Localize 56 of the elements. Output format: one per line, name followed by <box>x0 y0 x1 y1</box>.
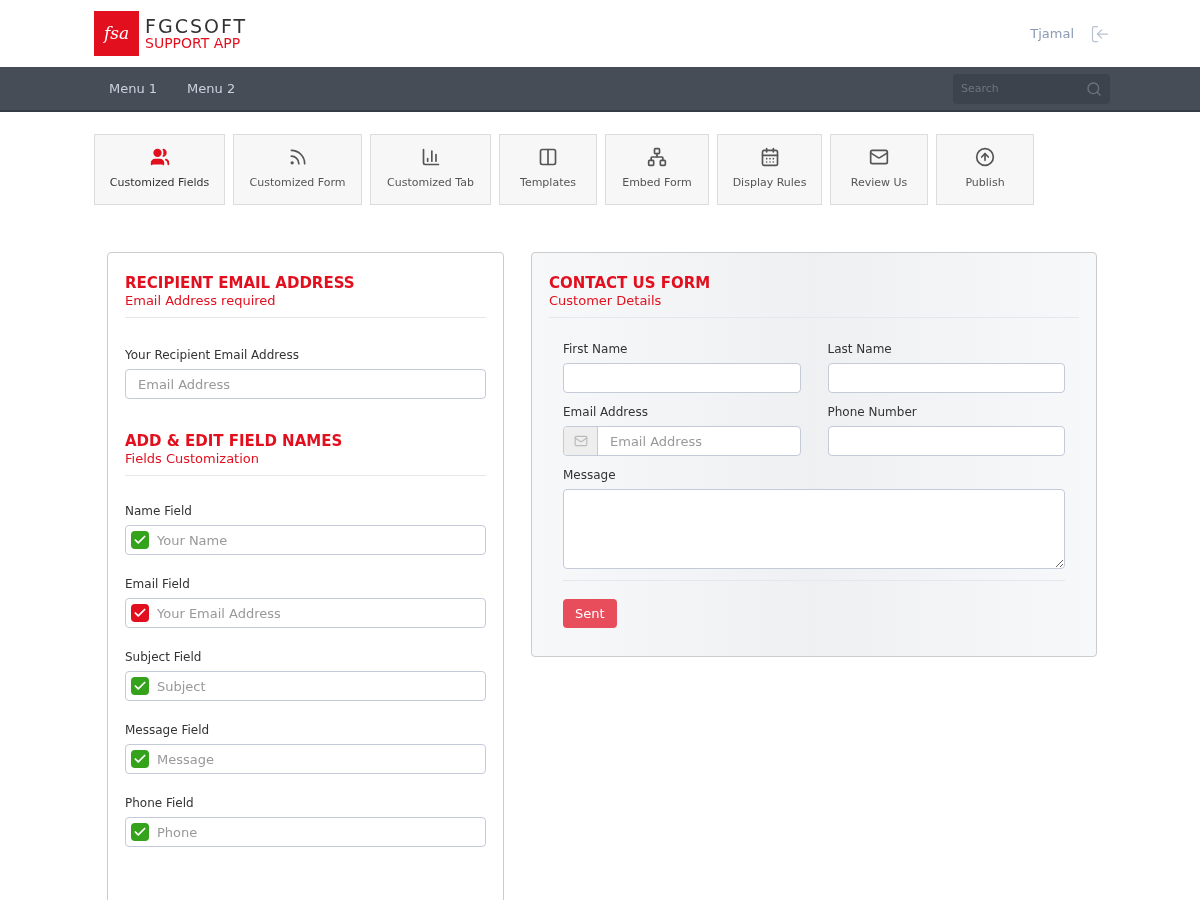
field-label: Email Address <box>563 404 649 421</box>
field-label: Email Field <box>125 576 191 593</box>
envelope-icon <box>573 434 588 448</box>
toolbar-tab[interactable]: Customized Form <box>233 134 362 205</box>
toolbar-tab[interactable]: Embed Form <box>605 134 709 205</box>
users-icon <box>149 147 170 168</box>
check-icon[interactable] <box>131 750 149 768</box>
check-icon[interactable] <box>131 604 149 622</box>
hierarchy-icon <box>647 147 667 168</box>
field-label: Your Recipient Email Address <box>125 347 300 364</box>
message-textarea[interactable] <box>563 489 1065 569</box>
toolbar-tab[interactable]: Customized Tab <box>370 134 491 205</box>
field-label: Subject Field <box>125 649 203 666</box>
logo: fsa <box>94 11 139 56</box>
toolbar-tab[interactable]: Templates <box>499 134 597 205</box>
field-label: Name Field <box>125 503 193 520</box>
search-icon[interactable] <box>1086 80 1102 97</box>
field-label: Phone Field <box>125 795 195 812</box>
section-title: CONTACT US FORM <box>549 273 712 293</box>
section-subtitle: Email Address required <box>125 293 277 309</box>
field-name-input[interactable]: Subject <box>125 671 486 701</box>
upload-icon <box>975 147 995 168</box>
field-label: Last Name <box>827 341 893 358</box>
phone-input[interactable] <box>827 426 1065 456</box>
envelope-icon <box>869 147 889 168</box>
sent-button[interactable]: Sent <box>563 599 617 628</box>
email-input[interactable]: Email Address <box>125 369 486 399</box>
field-name-input[interactable]: Message <box>125 744 486 774</box>
check-icon[interactable] <box>131 531 149 549</box>
menu-item[interactable]: Menu 1 <box>94 78 173 99</box>
section-title: RECIPIENT EMAIL ADDRESS <box>125 273 356 293</box>
field-name-input[interactable]: Your Name <box>125 525 486 555</box>
columns-icon <box>538 147 558 168</box>
check-icon[interactable] <box>131 677 149 695</box>
brand-subtitle: SUPPORT APP <box>145 36 242 50</box>
menu-item[interactable]: Menu 2 <box>172 78 251 99</box>
section-subtitle: Fields Customization <box>125 451 261 467</box>
toolbar-tab[interactable]: Display Rules <box>717 134 822 205</box>
last-name-input[interactable] <box>827 363 1065 393</box>
field-label: First Name <box>563 341 629 358</box>
section-subtitle: Customer Details <box>549 293 663 309</box>
field-name-input[interactable]: Your Email Address <box>125 598 486 628</box>
toolbar-tab[interactable]: Publish <box>936 134 1034 205</box>
logout-icon[interactable] <box>1090 23 1110 44</box>
field-name-input[interactable]: Phone <box>125 817 486 847</box>
check-icon[interactable] <box>131 823 149 841</box>
bar-chart-icon <box>420 147 441 168</box>
field-label: Message <box>563 467 617 484</box>
first-name-input[interactable] <box>563 363 801 393</box>
field-label: Phone Number <box>827 404 918 421</box>
toolbar-tab[interactable]: Customized Fields <box>94 134 225 205</box>
field-label: Message Field <box>125 722 211 739</box>
brand-name: FGCSOFT <box>145 17 248 36</box>
section-title: ADD & EDIT FIELD NAMES <box>125 431 344 451</box>
toolbar-tab[interactable]: Review Us <box>830 134 928 205</box>
calendar-icon <box>759 147 780 168</box>
